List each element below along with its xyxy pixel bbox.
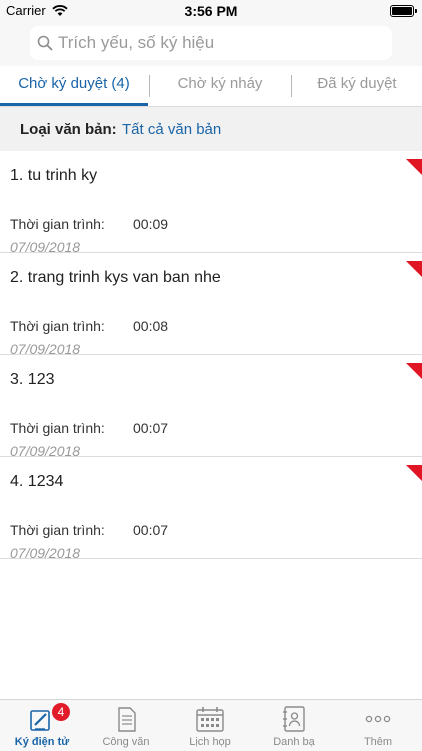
time-label: Thời gian trình: <box>10 420 105 436</box>
list-item[interactable]: 2. trang trinh kys van ban nhe Thời gian… <box>0 253 422 357</box>
search-input[interactable] <box>58 26 378 60</box>
document-title: 4. 1234 <box>10 473 64 490</box>
contacts-icon <box>279 705 309 733</box>
tab-label: Chờ ký nháy <box>177 75 263 92</box>
corner-flag-icon <box>406 159 422 175</box>
list-item[interactable]: 1. tu trinh ky Thời gian trình: 00:09 07… <box>0 151 422 255</box>
calendar-icon <box>195 705 225 733</box>
document-title: 1. tu trinh ky <box>10 167 98 184</box>
time-label: Thời gian trình: <box>10 522 105 538</box>
document-title: 2. trang trinh kys van ban nhe <box>10 269 221 286</box>
document-type-filter: Loại văn bản: Tất cả văn bản <box>0 107 422 151</box>
time-value: 00:08 <box>133 318 169 334</box>
notification-badge: 4 <box>52 703 70 721</box>
tab-bar-label: Thêm <box>363 736 393 748</box>
time-label: Thời gian trình: <box>10 216 105 232</box>
tab-label: Đã ký duyệt <box>317 75 397 92</box>
filter-value-link[interactable]: Tất cả văn bản <box>122 121 221 138</box>
tab-bar-danh-ba[interactable]: Danh bạ <box>252 700 336 751</box>
time-value: 00:07 <box>133 522 169 538</box>
document-icon <box>111 705 141 733</box>
tab-cho-ky-nhay[interactable]: Chờ ký nháy <box>150 66 290 106</box>
corner-flag-icon <box>406 465 422 481</box>
tab-bar-label: Lịch họp <box>189 736 231 748</box>
list-item[interactable]: 3. 123 Thời gian trình: 00:07 07/09/2018 <box>0 355 422 459</box>
tab-bar-ky-dien-tu[interactable]: 4 Ký điện tử <box>0 700 84 751</box>
active-tab-indicator <box>0 103 148 106</box>
search-header <box>0 22 422 66</box>
search-bar[interactable] <box>30 26 392 60</box>
status-bar: Carrier 3:56 PM <box>0 0 422 22</box>
corner-flag-icon <box>406 363 422 379</box>
corner-flag-icon <box>406 261 422 277</box>
tab-da-ky-duyet[interactable]: Đã ký duyệt <box>292 66 422 106</box>
tab-cho-ky-duyet[interactable]: Chờ ký duyệt (4) <box>0 66 148 106</box>
search-icon <box>37 35 53 56</box>
time-label: Thời gian trình: <box>10 318 105 334</box>
tab-bar-label: Ký điện tử <box>14 736 70 748</box>
clock: 3:56 PM <box>184 3 238 19</box>
filter-label: Loại văn bản: <box>20 121 117 138</box>
battery-icon <box>390 5 417 17</box>
document-title: 3. 123 <box>10 371 55 388</box>
list-item[interactable]: 4. 1234 Thời gian trình: 00:07 07/09/201… <box>0 457 422 561</box>
document-list: 1. tu trinh ky Thời gian trình: 00:09 07… <box>0 151 422 561</box>
tab-bar-cong-van[interactable]: Công văn <box>84 700 168 751</box>
tab-bar-label: Công văn <box>102 736 150 748</box>
tab-bar-them[interactable]: Thêm <box>336 700 422 751</box>
bottom-tab-bar: 4 Ký điện tử Công văn Lịch họp Danh bạ T… <box>0 699 422 751</box>
time-value: 00:09 <box>133 216 169 232</box>
segment-tabs: Chờ ký duyệt (4) Chờ ký nháy Đã ký duyệt <box>0 66 422 107</box>
more-icon <box>363 705 393 733</box>
document-date: 07/09/2018 <box>10 545 81 561</box>
time-value: 00:07 <box>133 420 169 436</box>
tab-bar-lich-hop[interactable]: Lịch họp <box>168 700 252 751</box>
tab-label: Chờ ký duyệt (4) <box>18 75 130 92</box>
tab-bar-label: Danh bạ <box>273 736 315 748</box>
